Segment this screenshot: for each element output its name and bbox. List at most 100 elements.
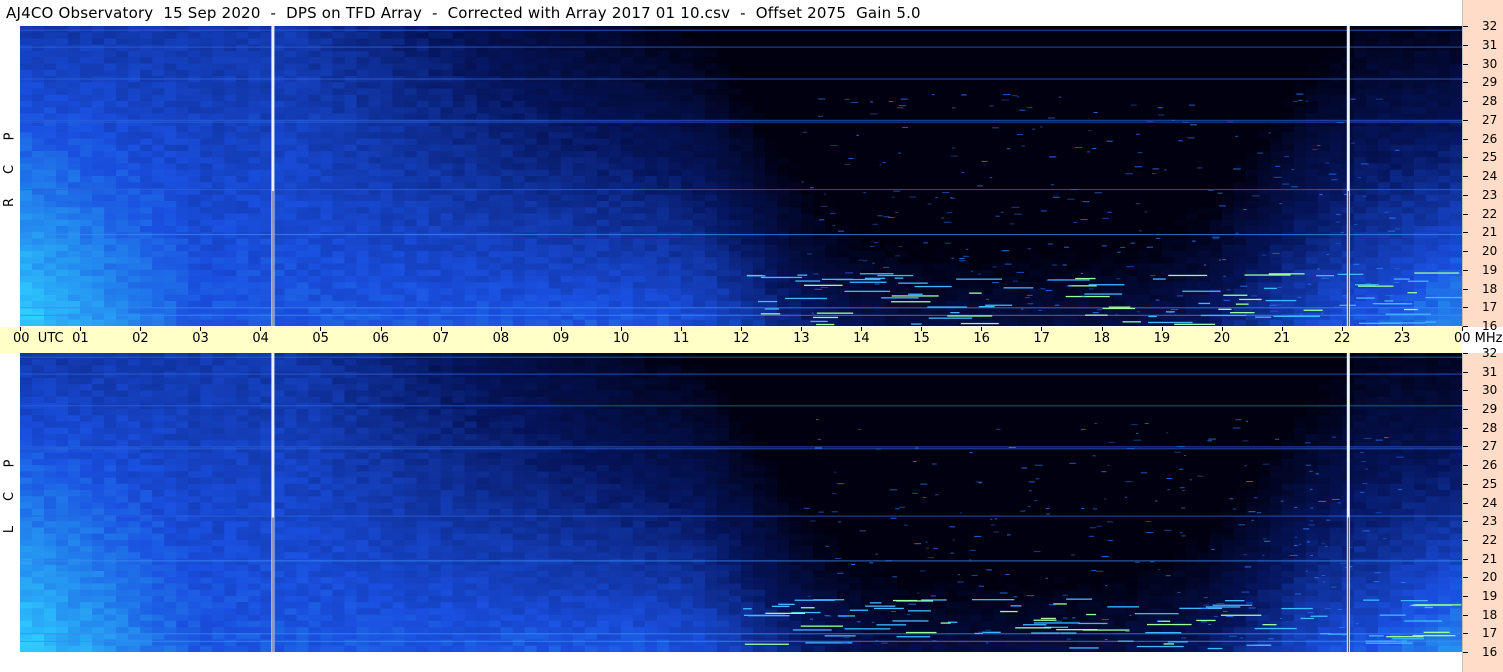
rcp-cell (164, 138, 177, 146)
rcp-cell (308, 169, 322, 177)
rcp-cell (921, 94, 934, 102)
rcp-cell (608, 282, 622, 290)
rcp-cell (416, 101, 430, 108)
rcp-cell (236, 257, 249, 265)
rcp-cell (1113, 126, 1127, 133)
rcp-cell (933, 157, 946, 165)
rcp-cell (644, 226, 658, 233)
rcp-cell (945, 313, 958, 321)
rcp-cell (1053, 163, 1067, 171)
rcp-cell (452, 269, 466, 277)
rcp-cell (116, 219, 129, 227)
rcp-cell (813, 169, 826, 177)
rcp-cell (128, 201, 141, 208)
rcp-cell (945, 138, 958, 146)
rcp-cell (1149, 301, 1163, 308)
rcp-cell (1125, 57, 1139, 65)
rcp-cell (981, 226, 994, 233)
rcp-cell (260, 88, 273, 96)
rcp-cell (1245, 51, 1259, 58)
rcp-cell (440, 276, 454, 283)
rcp-cell (368, 176, 382, 183)
rcp-cell (584, 113, 598, 121)
rcp-cell (80, 276, 93, 283)
rcp-cell (476, 38, 490, 46)
rcp-cell (1185, 257, 1199, 265)
rcp-cell (656, 176, 670, 183)
rcp-cell (825, 163, 838, 171)
rcp-cell (704, 94, 718, 102)
rcp-cell (332, 238, 346, 246)
rcp-cell (152, 144, 165, 152)
rcp-cell (921, 263, 934, 271)
rcp-cell (464, 69, 478, 77)
rcp-cell (224, 194, 237, 202)
rcp-cell (1125, 213, 1139, 221)
rcp-cell (1077, 63, 1091, 71)
rcp-cell (644, 51, 658, 58)
rcp-cell (536, 263, 550, 271)
rcp-cell (452, 226, 466, 233)
rcp-cell (332, 282, 346, 290)
rcp-cell (20, 251, 33, 258)
rcp-cell (753, 126, 766, 133)
rcp-cell (524, 219, 538, 227)
rcp-cell (765, 319, 778, 326)
rcp-cell (1221, 82, 1235, 90)
rcp-cell (680, 213, 694, 221)
rcp-cell (44, 257, 57, 265)
rcp-cell (284, 51, 297, 58)
rcp-cell (140, 138, 153, 146)
rcp-cell (993, 132, 1006, 140)
rcp-cell (668, 88, 682, 96)
rcp-cell (404, 26, 418, 33)
rcp-cell (32, 101, 45, 108)
rcp-cell (741, 88, 754, 96)
rcp-cell (861, 182, 874, 190)
rcp-cell (1029, 107, 1043, 115)
rcp-cell (765, 69, 778, 77)
rcp-cell (801, 207, 814, 215)
rcp-cell (1065, 32, 1079, 40)
rcp-cell (1065, 269, 1079, 277)
rcp-cell (1209, 157, 1223, 165)
rcp-cell (981, 213, 994, 221)
rcp-cell (668, 301, 682, 308)
rcp-cell (236, 251, 249, 258)
rcp-cell (440, 263, 454, 271)
rcp-cell (68, 238, 81, 246)
rcp-cell (1125, 69, 1139, 77)
rcp-cell (813, 151, 826, 158)
rcp-cell (861, 132, 874, 140)
rcp-cell (741, 38, 754, 46)
rcp-cell (1077, 163, 1091, 171)
rcp-cell (921, 194, 934, 202)
rcp-cell (44, 176, 57, 183)
rcp-cell (1125, 282, 1139, 290)
rcp-cell (1257, 251, 1271, 258)
rcp-cell (1125, 113, 1139, 121)
rcp-cell (224, 138, 237, 146)
rcp-cell (536, 226, 550, 233)
rcp-cell (392, 207, 406, 215)
rcp-cell (1185, 151, 1199, 158)
rcp-cell (536, 94, 550, 102)
rcp-cell (1065, 213, 1079, 221)
rcp-cell (308, 144, 322, 152)
rcp-cell (1185, 263, 1199, 271)
rcp-cell (1161, 57, 1175, 65)
rcp-cell (500, 163, 514, 171)
rcp-cell (428, 163, 442, 171)
rcp-cell (416, 32, 430, 40)
rcp-cell (873, 251, 886, 258)
rcp-cell (885, 126, 898, 133)
rcp-cell (140, 176, 153, 183)
rcp-cell (236, 126, 249, 133)
rcp-cell (476, 294, 490, 302)
rcp-cell (801, 319, 814, 326)
rcp-cell (236, 138, 249, 146)
rcp-cell (536, 176, 550, 183)
rcp-cell (1125, 151, 1139, 158)
rcp-cell (981, 32, 994, 40)
rcp-cell (596, 163, 610, 171)
